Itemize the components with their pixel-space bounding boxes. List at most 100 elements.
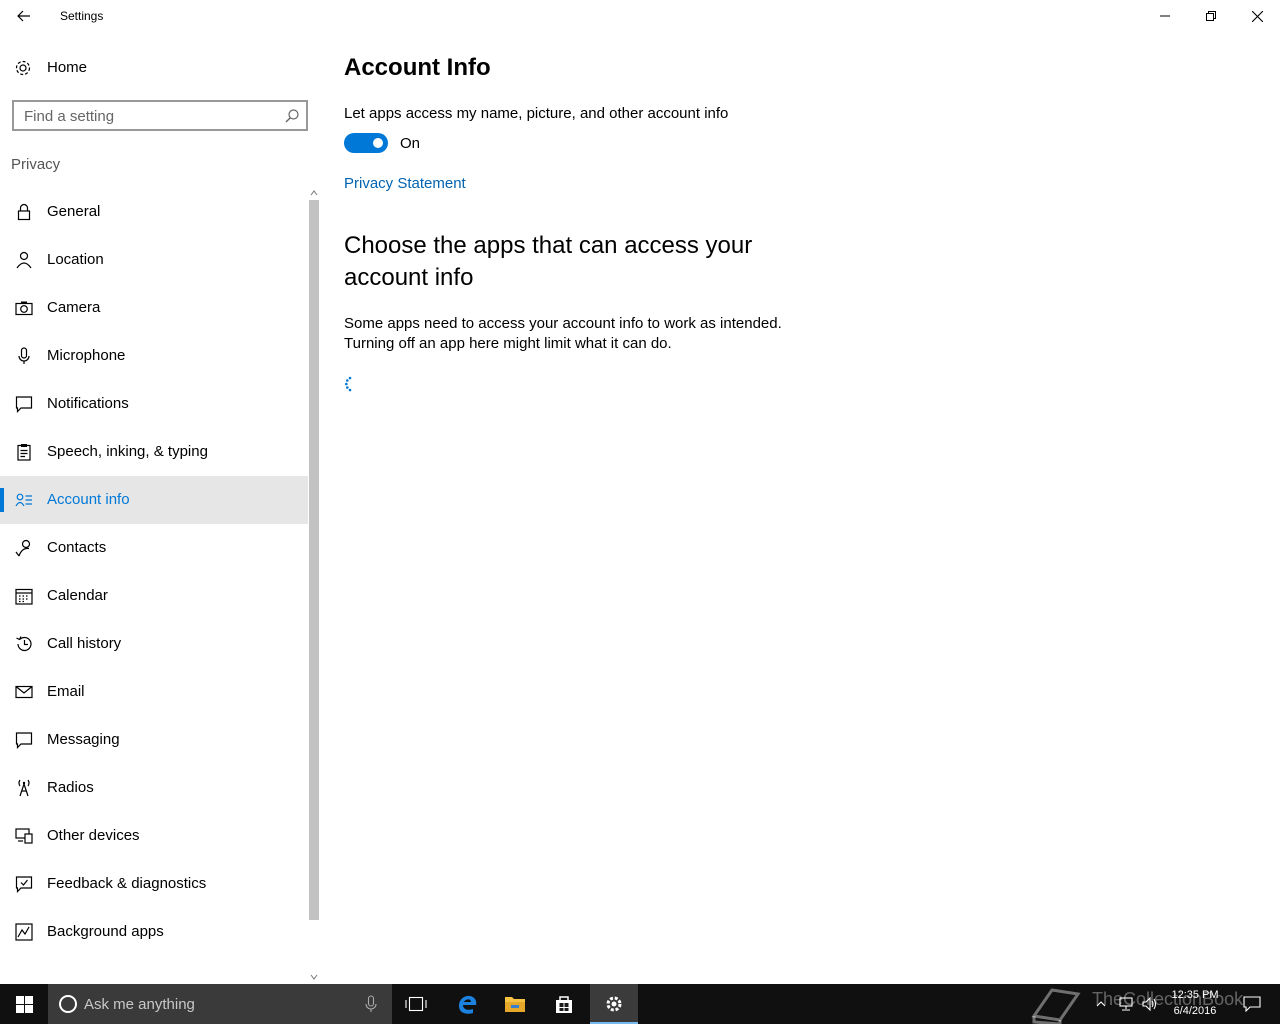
windows-logo-icon [15,995,33,1013]
file-explorer-taskbar-button[interactable] [491,984,539,1024]
sidebar-item-label: Other devices [47,827,140,844]
microphone-icon [18,347,30,364]
scroll-thumb[interactable] [309,200,319,920]
volume-tray-button[interactable] [1139,984,1161,1024]
feedback-icon [15,876,33,893]
sidebar-item-label: Radios [47,779,94,796]
sidebar-item-label: Contacts [47,539,107,556]
sidebar-item-other-devices[interactable]: Other devices [0,812,308,860]
toggle-knob [373,138,383,148]
clock[interactable]: 12:35 PM 6/4/2016 [1162,987,1228,1019]
clock-time: 12:35 PM [1171,989,1219,1001]
sidebar-item-calendar[interactable]: Calendar [0,572,308,620]
lock-icon [17,203,31,221]
close-button[interactable] [1234,0,1280,32]
restore-icon [1206,11,1216,21]
taskbar: TheCollectionBook 12:35 PM 6/4/2016 [0,984,1280,1024]
radio-tower-icon [18,779,30,797]
back-arrow-icon [17,10,30,22]
edge-icon [459,995,477,1014]
scroll-down-arrow-icon[interactable] [310,972,318,982]
scroll-up-arrow-icon[interactable] [310,188,318,198]
toggle-state-label: On [400,135,421,152]
background-apps-icon [15,923,33,941]
network-tray-button[interactable] [1114,984,1138,1024]
settings-taskbar-button[interactable] [590,984,638,1024]
action-center-button[interactable] [1232,984,1272,1024]
camera-icon [15,301,33,316]
sidebar-item-general[interactable]: General [0,188,308,236]
section-label: Privacy [11,156,61,173]
sidebar-item-feedback[interactable]: Feedback & diagnostics [0,860,308,908]
page-title: Account Info [344,54,491,81]
clipboard-icon [17,444,31,461]
app-title: Settings [60,9,104,23]
settings-search-box[interactable] [12,100,308,131]
book-logo-icon [1031,988,1081,1024]
devices-icon [15,828,33,844]
sidebar-item-background-apps[interactable]: Background apps [0,908,308,956]
chevron-up-icon [1096,1001,1106,1007]
sidebar-item-label: Speech, inking, & typing [47,443,208,460]
cortana-search-box[interactable] [48,984,392,1024]
clock-date: 6/4/2016 [1173,1005,1217,1017]
location-person-icon [16,251,32,269]
sidebar-item-label: Microphone [47,347,126,364]
show-hidden-icons-button[interactable] [1090,984,1112,1024]
cortana-icon [59,995,77,1013]
search-icon [285,109,299,123]
sidebar-item-label: Email [47,683,85,700]
sidebar-item-camera[interactable]: Camera [0,284,308,332]
settings-gear-icon [606,996,622,1012]
title-bar: Settings [0,0,1280,32]
sidebar-item-radios[interactable]: Radios [0,764,308,812]
back-button[interactable] [0,0,48,32]
sidebar-item-account-info[interactable]: Account info [0,476,308,524]
mail-icon [15,685,33,699]
task-view-button[interactable] [392,984,440,1024]
sidebar-item-contacts[interactable]: Contacts [0,524,308,572]
action-center-icon [1243,996,1261,1012]
sidebar: Home Privacy General Location Camera Mic… [0,32,320,984]
sidebar-item-location[interactable]: Location [0,236,308,284]
network-icon [1119,997,1133,1011]
contacts-icon [15,539,31,557]
sidebar-item-label: Account info [47,491,130,508]
minimize-button[interactable] [1142,0,1188,32]
close-icon [1251,10,1263,22]
account-info-access-toggle[interactable] [344,133,388,153]
sidebar-item-messaging[interactable]: Messaging [0,716,308,764]
settings-search-input[interactable] [24,106,274,126]
sidebar-item-label: Call history [47,635,122,652]
section-description: Some apps need to access your account in… [344,315,782,352]
restore-button[interactable] [1188,0,1234,32]
home-label: Home [47,59,88,76]
sidebar-item-label: Location [47,251,104,268]
microphone-icon[interactable] [364,995,378,1013]
sidebar-item-microphone[interactable]: Microphone [0,332,308,380]
sidebar-item-call-history[interactable]: Call history [0,620,308,668]
edge-taskbar-button[interactable] [443,984,491,1024]
sidebar-item-email[interactable]: Email [0,668,308,716]
sidebar-scrollbar[interactable] [308,188,320,984]
loading-spinner-icon [345,376,352,392]
file-explorer-icon [505,997,525,1012]
start-button[interactable] [0,984,48,1024]
store-icon [556,996,572,1013]
privacy-statement-link[interactable]: Privacy Statement [344,175,466,192]
speaker-icon [1142,997,1157,1011]
section-heading: Choose the apps that can access your acc… [344,232,753,291]
sidebar-item-label: Calendar [47,587,108,604]
sidebar-item-label: Background apps [47,923,164,940]
home-nav-item[interactable]: Home [0,52,308,84]
privacy-nav-list: General Location Camera Microphone Notif… [0,188,308,956]
cortana-search-input[interactable] [84,994,354,1014]
sidebar-item-notifications[interactable]: Notifications [0,380,308,428]
toggle-description: Let apps access my name, picture, and ot… [344,105,729,122]
account-card-icon [15,493,32,507]
sidebar-item-label: Camera [47,299,101,316]
sidebar-item-label: Feedback & diagnostics [47,875,207,892]
store-taskbar-button[interactable] [540,984,588,1024]
message-icon [15,732,33,749]
sidebar-item-speech[interactable]: Speech, inking, & typing [0,428,308,476]
